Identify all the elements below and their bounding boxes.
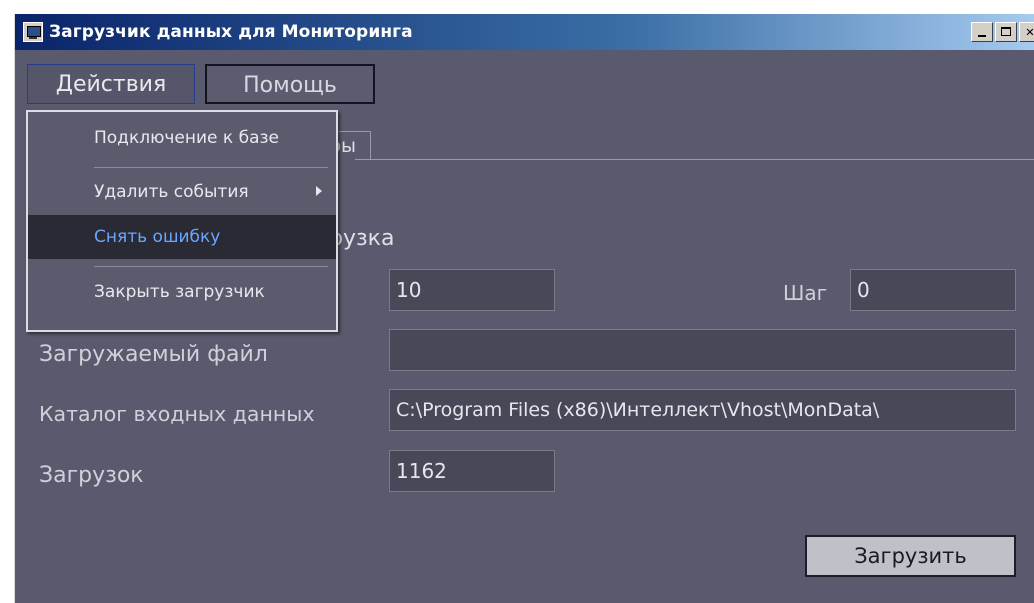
step-label: Шаг: [783, 281, 828, 305]
file-label: Загружаемый файл: [39, 342, 268, 367]
window-controls: ✕: [971, 22, 1034, 42]
menu-item-clear-error[interactable]: Снять ошибку: [28, 215, 336, 259]
menu-actions[interactable]: Действия: [27, 64, 195, 104]
maximize-button[interactable]: [995, 22, 1017, 42]
menu-item-delete-events[interactable]: Удалить события: [28, 170, 336, 214]
section-title-partial: рузка: [329, 226, 395, 251]
tab-divider: [355, 159, 1034, 160]
menu-help[interactable]: Помощь: [205, 64, 375, 104]
menu-separator: [94, 266, 328, 267]
minimize-button[interactable]: [971, 22, 993, 42]
window-title: Загрузчик данных для Мониторинга: [49, 22, 413, 42]
interval-input[interactable]: 10: [389, 269, 555, 311]
close-icon[interactable]: ✕: [1019, 22, 1034, 42]
menu-item-label: Подключение к базе: [94, 128, 279, 148]
menu-bar: Действия Помощь: [15, 50, 1034, 106]
menu-item-label: Удалить события: [94, 182, 249, 202]
menu-item-label: Закрыть загрузчик: [94, 282, 265, 302]
catalog-input[interactable]: C:\Program Files (x86)\Интеллект\Vhost\M…: [389, 389, 1016, 431]
app-icon[interactable]: [23, 22, 43, 42]
actions-dropdown-menu: Подключение к базе Удалить события Снять…: [26, 110, 338, 332]
submenu-arrow-icon: [316, 186, 322, 196]
title-bar[interactable]: Загрузчик данных для Мониторинга ✕: [15, 14, 1034, 50]
loads-input[interactable]: 1162: [389, 450, 555, 492]
main-window: Загрузчик данных для Мониторинга ✕ Дейст…: [14, 14, 1034, 603]
load-button[interactable]: Загрузить: [805, 535, 1016, 577]
catalog-label: Каталог входных данных: [39, 402, 315, 426]
menu-item-connect-db[interactable]: Подключение к базе: [28, 116, 336, 160]
menu-item-label: Снять ошибку: [94, 227, 221, 247]
menu-separator: [94, 167, 328, 168]
step-input[interactable]: 0: [850, 269, 1016, 311]
file-input[interactable]: [389, 329, 1016, 371]
loads-label: Загрузок: [39, 463, 144, 488]
menu-item-close-loader[interactable]: Закрыть загрузчик: [28, 270, 336, 314]
